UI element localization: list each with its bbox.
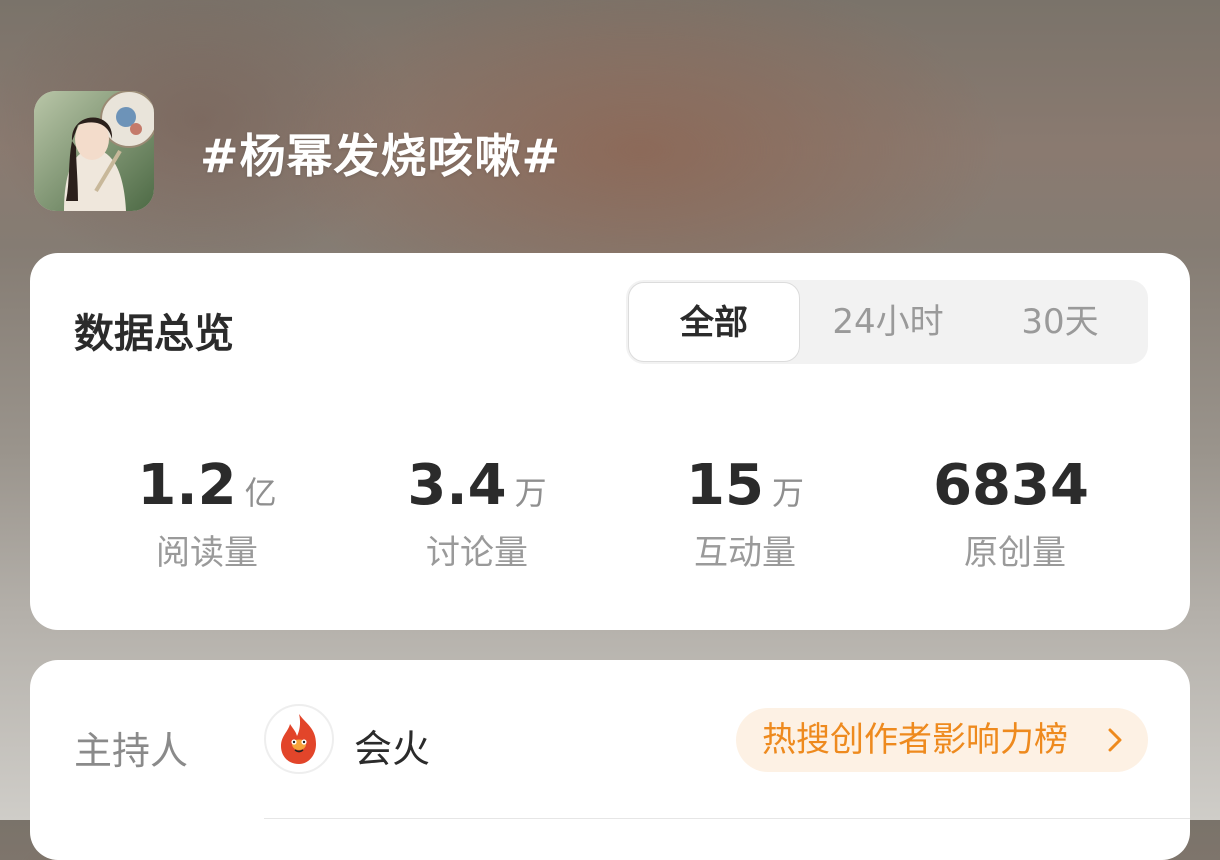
host-name[interactable]: 会火 <box>354 718 430 773</box>
tab-30d[interactable]: 30天 <box>974 280 1146 364</box>
creator-rank-link[interactable]: 热搜创作者影响力榜 <box>736 708 1148 772</box>
stat-label: 原创量 <box>964 533 1066 573</box>
time-range-tabs: 全部 24小时 30天 <box>626 280 1148 364</box>
tab-all[interactable]: 全部 <box>628 282 800 362</box>
rank-link-label: 热搜创作者影响力榜 <box>762 720 1068 760</box>
stat-unit: 万 <box>514 474 547 512</box>
stat-value: 3.4 <box>407 453 507 518</box>
stat-label: 阅读量 <box>156 533 258 573</box>
stats-row: 1.2 亿 阅读量 3.4 万 讨论量 15 万 互动量 6834 原创量 <box>30 453 1190 583</box>
stat-discussions: 3.4 万 讨论量 <box>342 453 612 574</box>
fire-icon <box>281 714 316 764</box>
chevron-right-icon <box>1108 728 1122 752</box>
stat-unit: 亿 <box>244 474 277 512</box>
topic-header: #杨幂发烧咳嗽# <box>0 0 1220 250</box>
stat-unit: 万 <box>771 474 804 512</box>
host-card: 主持人 会火 热搜创作者影响力榜 <box>30 660 1190 860</box>
host-avatar[interactable] <box>264 704 334 774</box>
stat-originals: 6834 原创量 <box>880 453 1150 574</box>
stat-label: 互动量 <box>694 533 796 573</box>
stat-value: 6834 <box>933 453 1089 518</box>
topic-title: #杨幂发烧咳嗽# <box>200 129 562 183</box>
host-label: 主持人 <box>74 729 189 773</box>
divider <box>264 818 1190 819</box>
stat-interactions: 15 万 互动量 <box>610 453 880 574</box>
topic-avatar[interactable] <box>34 91 154 211</box>
stat-value: 15 <box>686 453 764 518</box>
stat-value: 1.2 <box>137 453 237 518</box>
data-overview-card: 数据总览 全部 24小时 30天 1.2 亿 阅读量 3.4 万 讨论量 15 万 互… <box>30 253 1190 630</box>
stat-reads: 1.2 亿 阅读量 <box>72 453 342 574</box>
tab-24h[interactable]: 24小时 <box>802 280 974 364</box>
overview-title: 数据总览 <box>74 311 234 357</box>
stat-label: 讨论量 <box>426 533 528 573</box>
